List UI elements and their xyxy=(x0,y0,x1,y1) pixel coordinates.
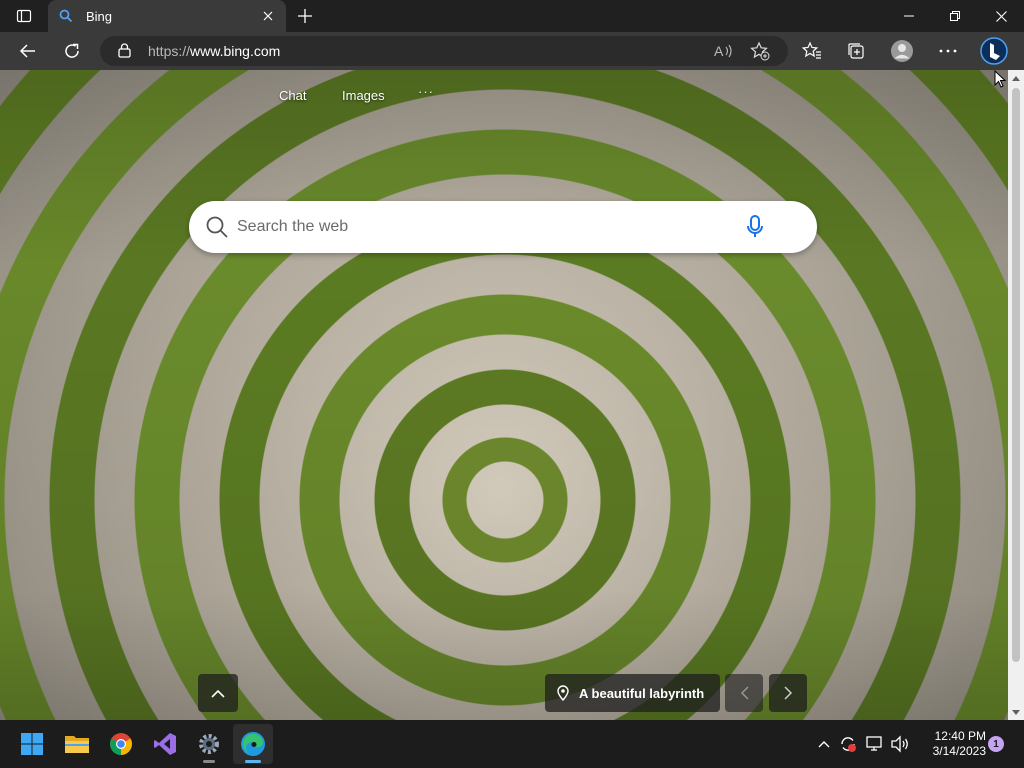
favorites-button[interactable] xyxy=(796,35,828,67)
bing-chat-button[interactable] xyxy=(978,35,1010,67)
bing-homepage: Chat Images ··· A beautiful labyrinth xyxy=(0,70,1008,720)
restore-icon xyxy=(950,11,960,21)
scroll-up-feed-button[interactable] xyxy=(198,674,238,712)
plus-icon xyxy=(298,9,312,23)
windows-start-icon xyxy=(21,733,43,755)
address-bar[interactable]: https://www.bing.com A xyxy=(100,36,788,66)
active-indicator xyxy=(245,760,261,763)
next-image-button[interactable] xyxy=(769,674,807,712)
close-tab-icon[interactable] xyxy=(260,8,276,24)
chat-link[interactable]: Chat xyxy=(279,88,306,103)
scrollbar-thumb[interactable] xyxy=(1012,88,1020,662)
background-image-labyrinth xyxy=(0,70,1008,720)
notification-badge[interactable]: 1 xyxy=(988,736,1004,752)
scroll-up-arrow[interactable] xyxy=(1008,70,1024,86)
search-input[interactable] xyxy=(237,213,717,241)
profile-avatar-icon xyxy=(891,40,913,62)
url-text: https://www.bing.com xyxy=(148,43,280,59)
new-tab-button[interactable] xyxy=(294,5,316,27)
running-indicator xyxy=(203,760,215,763)
chevron-up-icon xyxy=(211,689,225,698)
taskbar-settings[interactable] xyxy=(189,724,229,764)
bing-search-favicon-icon xyxy=(58,8,74,24)
profile-button[interactable] xyxy=(886,35,918,67)
browser-toolbar: https://www.bing.com A xyxy=(0,32,1024,70)
mouse-cursor-icon xyxy=(994,70,1006,88)
close-icon xyxy=(995,10,1007,22)
chevron-right-icon xyxy=(783,686,792,700)
triangle-down-icon xyxy=(1012,709,1020,715)
back-arrow-icon xyxy=(19,44,35,58)
lock-icon[interactable] xyxy=(118,43,131,63)
restore-button[interactable] xyxy=(932,0,978,32)
page-scrollbar[interactable] xyxy=(1008,70,1024,720)
refresh-icon xyxy=(65,43,79,58)
url-protocol: https:// xyxy=(148,43,191,59)
settings-more-button[interactable] xyxy=(932,35,964,67)
back-button[interactable] xyxy=(12,35,44,67)
location-pin-icon xyxy=(557,685,569,701)
voice-search-button[interactable] xyxy=(741,213,769,241)
show-hidden-icons-button[interactable] xyxy=(812,732,836,756)
sync-status-icon[interactable] xyxy=(836,732,860,756)
start-button[interactable] xyxy=(12,724,52,764)
triangle-up-icon xyxy=(1012,75,1020,81)
image-info-button[interactable]: A beautiful labyrinth xyxy=(545,674,720,712)
taskbar-chrome[interactable] xyxy=(101,724,141,764)
tab-actions-icon xyxy=(16,9,32,23)
search-icon xyxy=(206,216,228,238)
edge-icon xyxy=(241,732,265,756)
browser-tab-bar: Bing xyxy=(0,0,1024,32)
browser-tab-bing[interactable]: Bing xyxy=(48,0,286,32)
previous-image-button[interactable] xyxy=(725,674,763,712)
url-host: www.bing.com xyxy=(190,43,281,59)
image-caption: A beautiful labyrinth xyxy=(579,685,705,701)
tab-title: Bing xyxy=(86,8,113,24)
volume-icon[interactable] xyxy=(888,732,912,756)
scroll-down-arrow[interactable] xyxy=(1008,704,1024,720)
minimize-icon xyxy=(904,15,914,17)
chrome-icon xyxy=(110,733,132,755)
search-box[interactable] xyxy=(189,201,817,253)
windows-taskbar: 12:40 PM 3/14/2023 1 xyxy=(0,720,1024,768)
favorites-star-icon xyxy=(802,41,821,59)
chevron-up-icon xyxy=(818,741,830,748)
file-explorer-icon xyxy=(65,736,89,753)
close-window-button[interactable] xyxy=(978,0,1024,32)
taskbar-edge[interactable] xyxy=(233,724,273,764)
more-links-menu[interactable]: ··· xyxy=(418,84,434,99)
collections-button[interactable] xyxy=(840,35,872,67)
collections-icon xyxy=(848,43,864,59)
network-icon[interactable] xyxy=(863,732,887,756)
images-link[interactable]: Images xyxy=(342,88,385,103)
settings-gear-icon xyxy=(199,734,219,754)
system-clock[interactable]: 12:40 PM 3/14/2023 xyxy=(914,729,986,759)
svg-text:A: A xyxy=(714,43,724,59)
read-aloud-icon[interactable]: A xyxy=(714,42,734,65)
visual-studio-icon xyxy=(154,733,176,755)
minimize-button[interactable] xyxy=(886,0,932,32)
refresh-button[interactable] xyxy=(56,35,88,67)
bing-logo-icon xyxy=(980,37,1008,65)
taskbar-visual-studio[interactable] xyxy=(145,724,185,764)
add-favorite-icon[interactable] xyxy=(750,41,770,66)
microphone-icon xyxy=(747,215,763,237)
taskbar-file-explorer[interactable] xyxy=(57,724,97,764)
tab-actions-button[interactable] xyxy=(8,4,40,28)
chevron-left-icon xyxy=(740,686,749,700)
clock-date: 3/14/2023 xyxy=(932,744,986,758)
clock-time: 12:40 PM xyxy=(934,729,986,743)
more-dots-icon xyxy=(939,49,957,53)
